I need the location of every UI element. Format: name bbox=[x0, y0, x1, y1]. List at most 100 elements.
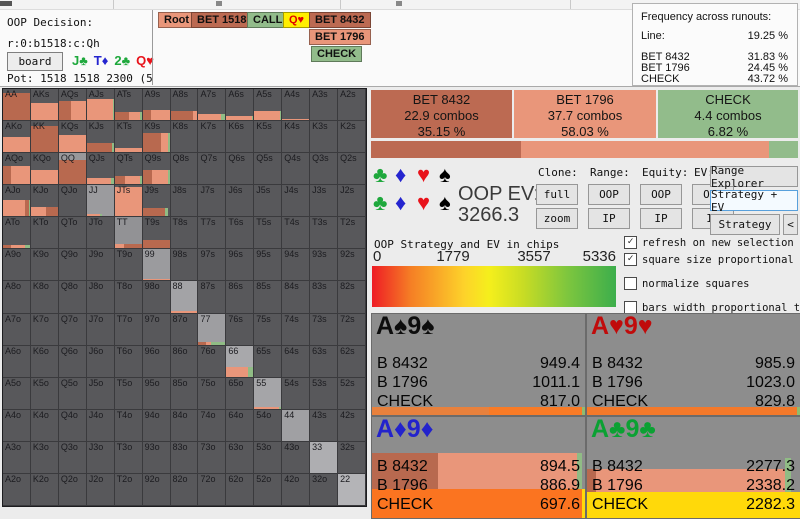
grid-cell-87o[interactable]: 87o bbox=[170, 313, 199, 346]
grid-cell-T7s[interactable]: T7s bbox=[198, 217, 227, 250]
grid-cell-53o[interactable]: 53o bbox=[254, 441, 283, 474]
grid-cell-76s[interactable]: 76s bbox=[226, 313, 255, 346]
grid-cell-32s[interactable]: 32s bbox=[338, 441, 366, 474]
grid-cell-77[interactable]: 77 bbox=[198, 313, 227, 346]
grid-cell-66[interactable]: 66 bbox=[226, 345, 255, 378]
grid-cell-T8o[interactable]: T8o bbox=[114, 281, 143, 314]
normalize-squares-checkbox[interactable]: normalize squares bbox=[624, 277, 749, 290]
grid-cell-J5s[interactable]: J5s bbox=[254, 185, 283, 218]
grid-cell-T8s[interactable]: T8s bbox=[170, 217, 199, 250]
grid-cell-J8s[interactable]: J8s bbox=[170, 185, 199, 218]
grid-cell-55[interactable]: 55 bbox=[254, 377, 283, 410]
grid-cell-92o[interactable]: 92o bbox=[142, 473, 171, 506]
grid-cell-A4o[interactable]: A4o bbox=[3, 409, 31, 442]
grid-cell-AA[interactable]: AA bbox=[3, 89, 31, 122]
grid-cell-K5s[interactable]: K5s bbox=[254, 121, 283, 154]
grid-cell-K6o[interactable]: K6o bbox=[30, 345, 59, 378]
grid-cell-63s[interactable]: 63s bbox=[310, 345, 339, 378]
grid-cell-TT[interactable]: TT bbox=[114, 217, 143, 250]
grid-cell-94s[interactable]: 94s bbox=[282, 249, 311, 282]
grid-cell-64o[interactable]: 64o bbox=[226, 409, 255, 442]
diamond-suit-icon[interactable]: ♦ bbox=[395, 192, 417, 214]
grid-cell-99[interactable]: 99 bbox=[142, 249, 171, 282]
grid-cell-A2o[interactable]: A2o bbox=[3, 473, 31, 506]
grid-cell-AQs[interactable]: AQs bbox=[58, 89, 87, 122]
grid-cell-82o[interactable]: 82o bbox=[170, 473, 199, 506]
tree-node-root[interactable]: Root bbox=[158, 12, 196, 28]
grid-cell-JTs[interactable]: JTs bbox=[114, 185, 143, 218]
grid-cell-Q8s[interactable]: Q8s bbox=[170, 153, 199, 186]
grid-cell-A8o[interactable]: A8o bbox=[3, 281, 31, 314]
grid-cell-Q5s[interactable]: Q5s bbox=[254, 153, 283, 186]
strategy-button[interactable]: Strategy bbox=[710, 214, 780, 235]
grid-cell-KQs[interactable]: KQs bbox=[58, 121, 87, 154]
grid-cell-T9o[interactable]: T9o bbox=[114, 249, 143, 282]
grid-cell-A4s[interactable]: A4s bbox=[282, 89, 311, 122]
grid-cell-AJs[interactable]: AJs bbox=[86, 89, 115, 122]
grid-cell-A6o[interactable]: A6o bbox=[3, 345, 31, 378]
club-suit-icon[interactable]: ♣ bbox=[373, 192, 395, 214]
grid-cell-AKo[interactable]: AKo bbox=[3, 121, 31, 154]
grid-cell-92s[interactable]: 92s bbox=[338, 249, 366, 282]
grid-cell-75o[interactable]: 75o bbox=[198, 377, 227, 410]
tree-node-q-[interactable]: Q♥ bbox=[283, 12, 311, 28]
grid-cell-J3s[interactable]: J3s bbox=[310, 185, 339, 218]
grid-cell-Q4s[interactable]: Q4s bbox=[282, 153, 311, 186]
full-button[interactable]: full bbox=[536, 184, 578, 205]
grid-cell-Q3s[interactable]: Q3s bbox=[310, 153, 339, 186]
grid-cell-K3s[interactable]: K3s bbox=[310, 121, 339, 154]
grid-cell-73o[interactable]: 73o bbox=[198, 441, 227, 474]
grid-cell-98s[interactable]: 98s bbox=[170, 249, 199, 282]
grid-cell-QJs[interactable]: QJs bbox=[86, 153, 115, 186]
grid-cell-J5o[interactable]: J5o bbox=[86, 377, 115, 410]
grid-cell-J7s[interactable]: J7s bbox=[198, 185, 227, 218]
grid-cell-63o[interactable]: 63o bbox=[226, 441, 255, 474]
grid-cell-64s[interactable]: 64s bbox=[282, 345, 311, 378]
grid-cell-Q9s[interactable]: Q9s bbox=[142, 153, 171, 186]
grid-cell-86o[interactable]: 86o bbox=[170, 345, 199, 378]
grid-cell-QTs[interactable]: QTs bbox=[114, 153, 143, 186]
grid-cell-K6s[interactable]: K6s bbox=[226, 121, 255, 154]
grid-cell-J9s[interactable]: J9s bbox=[142, 185, 171, 218]
grid-cell-74s[interactable]: 74s bbox=[282, 313, 311, 346]
grid-cell-Q5o[interactable]: Q5o bbox=[58, 377, 87, 410]
refresh-checkbox[interactable]: ✓ refresh on new selection bbox=[624, 236, 794, 249]
tree-node-bet-1796[interactable]: BET 1796 bbox=[309, 29, 371, 45]
tree-node-bet-1518[interactable]: BET 1518 bbox=[191, 12, 253, 28]
grid-cell-96o[interactable]: 96o bbox=[142, 345, 171, 378]
grid-cell-Q8o[interactable]: Q8o bbox=[58, 281, 87, 314]
grid-cell-Q2o[interactable]: Q2o bbox=[58, 473, 87, 506]
grid-cell-T7o[interactable]: T7o bbox=[114, 313, 143, 346]
grid-cell-K9s[interactable]: K9s bbox=[142, 121, 171, 154]
grid-cell-93s[interactable]: 93s bbox=[310, 249, 339, 282]
heart-suit-icon[interactable]: ♥ bbox=[417, 192, 439, 214]
grid-cell-K2o[interactable]: K2o bbox=[30, 473, 59, 506]
grid-cell-J3o[interactable]: J3o bbox=[86, 441, 115, 474]
grid-cell-J6o[interactable]: J6o bbox=[86, 345, 115, 378]
grid-cell-K7o[interactable]: K7o bbox=[30, 313, 59, 346]
grid-cell-83s[interactable]: 83s bbox=[310, 281, 339, 314]
checkbox-box[interactable]: ✓ bbox=[624, 253, 637, 266]
grid-cell-Q3o[interactable]: Q3o bbox=[58, 441, 87, 474]
tree-node-check[interactable]: CHECK bbox=[311, 46, 363, 62]
grid-cell-85s[interactable]: 85s bbox=[254, 281, 283, 314]
grid-cell-KJs[interactable]: KJs bbox=[86, 121, 115, 154]
grid-cell-62s[interactable]: 62s bbox=[338, 345, 366, 378]
grid-cell-52s[interactable]: 52s bbox=[338, 377, 366, 410]
grid-cell-T3s[interactable]: T3s bbox=[310, 217, 339, 250]
grid-cell-Q7s[interactable]: Q7s bbox=[198, 153, 227, 186]
grid-cell-Q7o[interactable]: Q7o bbox=[58, 313, 87, 346]
grid-cell-Q4o[interactable]: Q4o bbox=[58, 409, 87, 442]
grid-cell-T5s[interactable]: T5s bbox=[254, 217, 283, 250]
grid-cell-Q9o[interactable]: Q9o bbox=[58, 249, 87, 282]
board-button[interactable]: board bbox=[7, 52, 63, 71]
strategy-ev-button[interactable]: Strategy + EV bbox=[710, 188, 798, 214]
grid-cell-Q6s[interactable]: Q6s bbox=[226, 153, 255, 186]
grid-cell-A6s[interactable]: A6s bbox=[226, 89, 255, 122]
grid-cell-65s[interactable]: 65s bbox=[254, 345, 283, 378]
grid-cell-T6s[interactable]: T6s bbox=[226, 217, 255, 250]
grid-cell-AKs[interactable]: AKs bbox=[30, 89, 59, 122]
grid-cell-KJo[interactable]: KJo bbox=[30, 185, 59, 218]
grid-cell-KQo[interactable]: KQo bbox=[30, 153, 59, 186]
grid-cell-62o[interactable]: 62o bbox=[226, 473, 255, 506]
